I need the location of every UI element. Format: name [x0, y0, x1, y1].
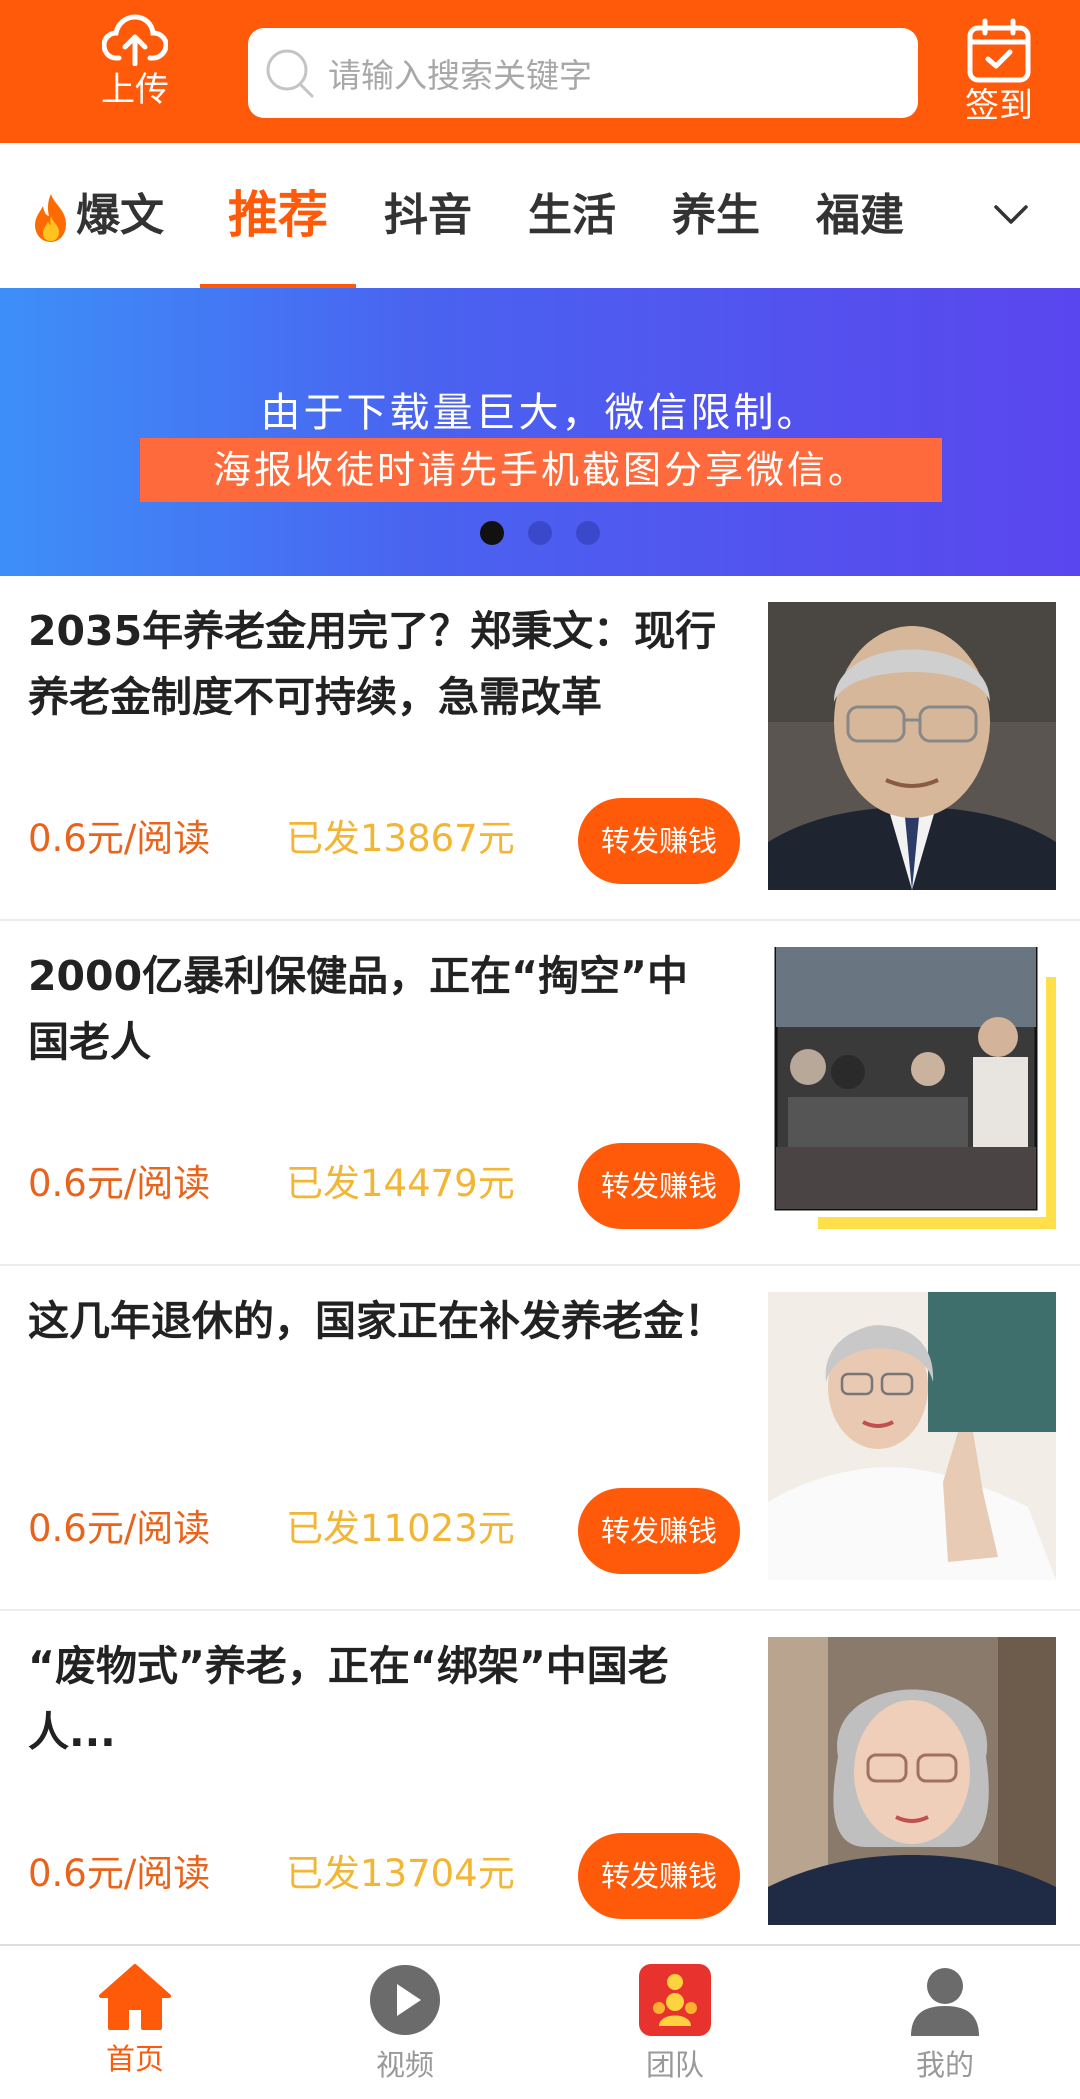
tab-hot[interactable]: 爆文: [30, 143, 164, 288]
tab-fujian[interactable]: 福建: [816, 143, 904, 288]
nav-label: 团队: [645, 2048, 704, 2082]
nav-profile[interactable]: 我的: [810, 1946, 1080, 2099]
portrait-image: [768, 1637, 1056, 1925]
nav-video[interactable]: 视频: [270, 1946, 540, 2099]
article-price: 0.6元/阅读: [28, 1852, 211, 1895]
banner-line-2: 海报收徒时请先手机截图分享微信。: [140, 438, 942, 502]
category-tabs: 爆文 推荐 抖音 生活 养生 福建: [0, 143, 1080, 289]
share-earn-button[interactable]: 转发赚钱: [578, 1833, 740, 1919]
calendar-check-icon: [967, 18, 1031, 83]
article-paid-total: 已发11023元: [286, 1507, 515, 1550]
article-thumbnail: [768, 1637, 1056, 1925]
top-bar: 上传 请输入搜索关键字 签到: [0, 0, 1080, 143]
tab-label: 福建: [816, 190, 904, 241]
pagination-dot[interactable]: [480, 521, 504, 545]
play-icon: [370, 1965, 440, 2035]
nav-label: 首页: [105, 2042, 164, 2076]
article-item[interactable]: “废物式”养老，正在“绑架”中国老人... 0.6元/阅读 已发13704元 转…: [0, 1611, 1080, 1956]
article-price: 0.6元/阅读: [28, 1162, 211, 1205]
article-price: 0.6元/阅读: [28, 1507, 211, 1550]
article-title: 这几年退休的，国家正在补发养老金！: [28, 1297, 725, 1345]
tab-recommend[interactable]: 推荐: [200, 143, 356, 288]
article-title: 2000亿暴利保健品，正在“掏空”中国老人: [28, 952, 689, 1066]
nav-label: 视频: [375, 2048, 434, 2082]
team-icon: [639, 1964, 711, 2036]
nav-team[interactable]: 团队: [540, 1946, 810, 2099]
tab-label: 推荐: [228, 186, 328, 244]
portrait-image: [768, 1292, 1056, 1580]
article-item[interactable]: 2000亿暴利保健品，正在“掏空”中国老人 0.6元/阅读 已发14479元 转…: [0, 921, 1080, 1266]
article-paid-total: 已发13704元: [286, 1852, 515, 1895]
share-earn-button[interactable]: 转发赚钱: [578, 1488, 740, 1574]
article-item[interactable]: 这几年退休的，国家正在补发养老金！ 0.6元/阅读 已发11023元 转发赚钱: [0, 1266, 1080, 1611]
portrait-image: [768, 602, 1056, 890]
pagination-dot[interactable]: [528, 521, 552, 545]
search-input[interactable]: 请输入搜索关键字: [248, 28, 918, 118]
upload-label: 上传: [101, 70, 169, 110]
article-title: 2035年养老金用完了？郑秉文：现行养老金制度不可持续，急需改革: [28, 607, 717, 721]
nav-label: 我的: [915, 2048, 974, 2082]
chevron-down-icon[interactable]: [992, 193, 1030, 237]
share-earn-button[interactable]: 转发赚钱: [578, 1143, 740, 1229]
banner-line-1: 由于下载量巨大，微信限制。: [260, 390, 820, 436]
banner-pagination: [480, 521, 610, 551]
signin-label: 签到: [965, 86, 1033, 126]
fire-icon: [35, 194, 66, 242]
article-paid-total: 已发13867元: [286, 817, 515, 860]
article-thumbnail: [768, 1292, 1056, 1580]
tab-life[interactable]: 生活: [528, 143, 616, 288]
article-price: 0.6元/阅读: [28, 817, 211, 860]
tab-douyin[interactable]: 抖音: [384, 143, 472, 288]
user-icon: [911, 1968, 979, 2036]
home-icon: [99, 1964, 171, 2030]
article-thumbnail: [768, 947, 1056, 1235]
cloud-upload-icon: [102, 14, 168, 66]
nav-home[interactable]: 首页: [0, 1946, 270, 2099]
upload-button[interactable]: 上传: [80, 14, 190, 134]
tab-label: 爆文: [76, 190, 164, 241]
bottom-navigation: 首页 视频 团队 我的: [0, 1944, 1080, 2099]
share-earn-button[interactable]: 转发赚钱: [578, 798, 740, 884]
search-icon: [266, 49, 314, 98]
tab-label: 抖音: [384, 190, 472, 241]
article-paid-total: 已发14479元: [286, 1162, 515, 1205]
article-item[interactable]: 2035年养老金用完了？郑秉文：现行养老金制度不可持续，急需改革 0.6元/阅读…: [0, 576, 1080, 921]
signin-button[interactable]: 签到: [944, 18, 1054, 138]
pagination-dot[interactable]: [576, 521, 600, 545]
search-placeholder: 请输入搜索关键字: [328, 56, 592, 95]
tab-health[interactable]: 养生: [672, 143, 760, 288]
crowd-photo-image: [768, 947, 1056, 1235]
tab-label: 生活: [528, 190, 616, 241]
tab-label: 养生: [672, 190, 760, 241]
article-title: “废物式”养老，正在“绑架”中国老人...: [28, 1642, 669, 1756]
article-thumbnail: [768, 602, 1056, 890]
